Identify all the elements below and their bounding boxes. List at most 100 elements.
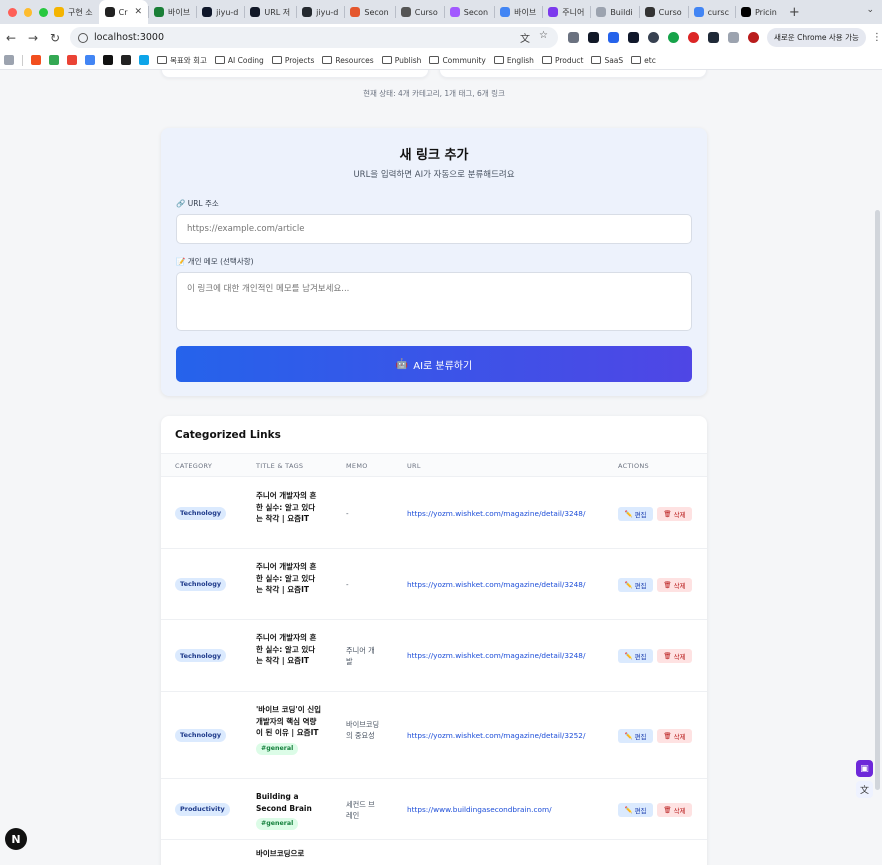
tab-search-chevron-icon[interactable]: ⌄ [866,5,874,15]
tag-badge[interactable]: #general [256,818,299,831]
translate-icon[interactable]: 文 [520,30,530,45]
github-bookmark-icon[interactable] [103,55,113,65]
browser-tab[interactable]: 바이브 [494,0,542,24]
tab-favicon-icon [500,7,511,17]
folder-icon [322,56,333,64]
cloud-bookmark-icon[interactable] [139,55,149,65]
delete-button[interactable]: 🗑 삭제 [657,577,692,592]
site-info-icon[interactable] [78,32,88,43]
bookmark-label: English [506,55,534,65]
nextjs-dev-indicator[interactable]: N [5,828,27,850]
profile-avatar[interactable] [748,32,759,43]
bookmark-folder[interactable]: Resources [322,56,374,65]
edit-button[interactable]: ✏️ 편집 [618,577,653,592]
memo-input[interactable] [176,272,692,331]
edit-button[interactable]: ✏️ 편집 [618,728,653,743]
delete-button[interactable]: 🗑 삭제 [657,802,692,817]
edit-button[interactable]: ✏️ 편집 [618,506,653,521]
page-scrollbar[interactable] [875,210,880,790]
category-badge: Productivity [175,802,230,816]
browser-tab[interactable]: Secon [443,0,494,24]
bookmark-folder[interactable]: Product [541,55,584,65]
figma-bookmark-icon[interactable] [31,55,41,65]
browser-tab[interactable]: Curso [394,0,444,24]
bookmark-folder[interactable]: AI Coding [214,56,264,65]
url-link[interactable]: https://yozm.wishket.com/magazine/detail… [407,731,585,740]
category-badge: Technology [175,577,227,591]
tab-label: Secon [463,7,489,17]
browser-tab[interactable]: 바이브 [148,0,196,24]
tag-badge[interactable]: #general [256,742,299,755]
extensions-puzzle-icon[interactable] [728,32,739,43]
extension-notion-icon[interactable] [708,32,719,43]
extension-drive-icon[interactable] [568,32,579,43]
url-link[interactable]: https://yozm.wishket.com/magazine/detail… [407,580,585,589]
calendar-bookmark-icon[interactable] [85,55,95,65]
extension-d-icon[interactable] [608,32,619,43]
tab-favicon-icon [548,7,559,17]
link-title: Building a Second Brain [256,792,312,813]
side-chat-icon[interactable]: ▣ [856,760,873,777]
chrome-update-button[interactable]: 새로운 Chrome 사용 가능 [767,28,866,47]
edit-button[interactable]: ✏️ 편집 [618,649,653,663]
browser-tab[interactable]: jiyu-d [196,0,244,24]
delete-button[interactable]: 🗑 삭제 [657,728,692,743]
browser-tab[interactable]: 주니어 [542,0,590,24]
back-arrow-icon[interactable]: ← [0,31,22,45]
folder-icon [429,56,440,64]
browser-tab[interactable]: Pricin [734,0,783,24]
bookmark-folder[interactable]: Publish [381,56,421,65]
bookmark-star-icon[interactable]: ☆ [539,30,548,45]
drive-bookmark-icon[interactable] [49,55,59,65]
edit-button[interactable]: ✏️ 편집 [618,802,653,817]
extension-pin-icon[interactable] [688,32,699,43]
bookmark-label: Community [442,55,486,65]
apps-grid-icon[interactable] [4,55,14,65]
folder-icon [157,56,167,64]
side-translate-icon[interactable]: 文 [856,781,873,798]
browser-tab[interactable]: cursc [687,0,735,24]
new-tab-button[interactable]: + [783,5,806,20]
url-input[interactable] [176,214,692,244]
tab-favicon-icon [400,7,411,17]
ai-classify-button[interactable]: 🤖 AI로 분류하기 [176,346,692,382]
browser-tab[interactable]: Curso [638,0,688,24]
app-page: 현재 상태: 4개 카테고리, 1개 태그, 6개 링크 새 링크 추가 URL… [0,70,882,865]
reload-icon[interactable]: ↻ [44,31,66,45]
folder-icon [541,56,552,64]
notion-bookmark-icon[interactable] [121,55,131,65]
tab-close-icon[interactable]: ✕ [135,7,143,17]
forward-arrow-icon[interactable]: → [22,31,44,45]
url-text: localhost:3000 [94,32,165,43]
address-bar[interactable]: localhost:3000 文 ☆ [70,27,558,48]
browser-tab[interactable]: Cr ✕ [98,0,149,24]
url-link[interactable]: https://yozm.wishket.com/magazine/detail… [407,509,585,518]
title-cell: 주니어 개발자의 흔한 실수: 알고 있다는 착각 | 요즘IT [256,490,322,525]
delete-button[interactable]: 🗑 삭제 [657,506,692,521]
maximize-window-button[interactable] [39,7,49,17]
close-window-button[interactable] [8,7,17,17]
browser-menu-icon[interactable]: ⋮ [872,32,882,43]
browser-tab[interactable]: jiyu-d [296,0,344,24]
bookmark-folder[interactable]: Projects [271,56,314,65]
extension-ai-icon[interactable] [648,32,659,43]
bookmark-label: Product [554,55,584,65]
url-link[interactable]: https://yozm.wishket.com/magazine/detail… [407,651,585,660]
browser-tab[interactable]: Buildi [590,0,638,24]
browser-tab[interactable]: Secon [344,0,394,24]
bookmark-folder[interactable]: 목표와 회고 [157,55,207,66]
extension-code-icon[interactable] [628,32,639,43]
bookmark-folder[interactable]: etc [631,56,656,65]
gmail-bookmark-icon[interactable] [67,55,77,65]
browser-tab[interactable]: 구현 소 [48,0,99,24]
bookmark-folder[interactable]: English [493,55,534,65]
minimize-window-button[interactable] [23,7,33,17]
extension-grammar-icon[interactable] [668,32,679,43]
url-link[interactable]: https://www.buildingasecondbrain.com/ [407,805,552,814]
extension-notes-icon[interactable] [588,32,599,43]
browser-tab[interactable]: URL 저 [244,0,296,24]
memo-cell: 바이브코딩의 중요성 [346,720,380,740]
bookmark-folder[interactable]: SaaS [591,56,623,65]
delete-button[interactable]: 🗑 삭제 [657,649,692,663]
bookmark-folder[interactable]: Community [429,55,486,65]
